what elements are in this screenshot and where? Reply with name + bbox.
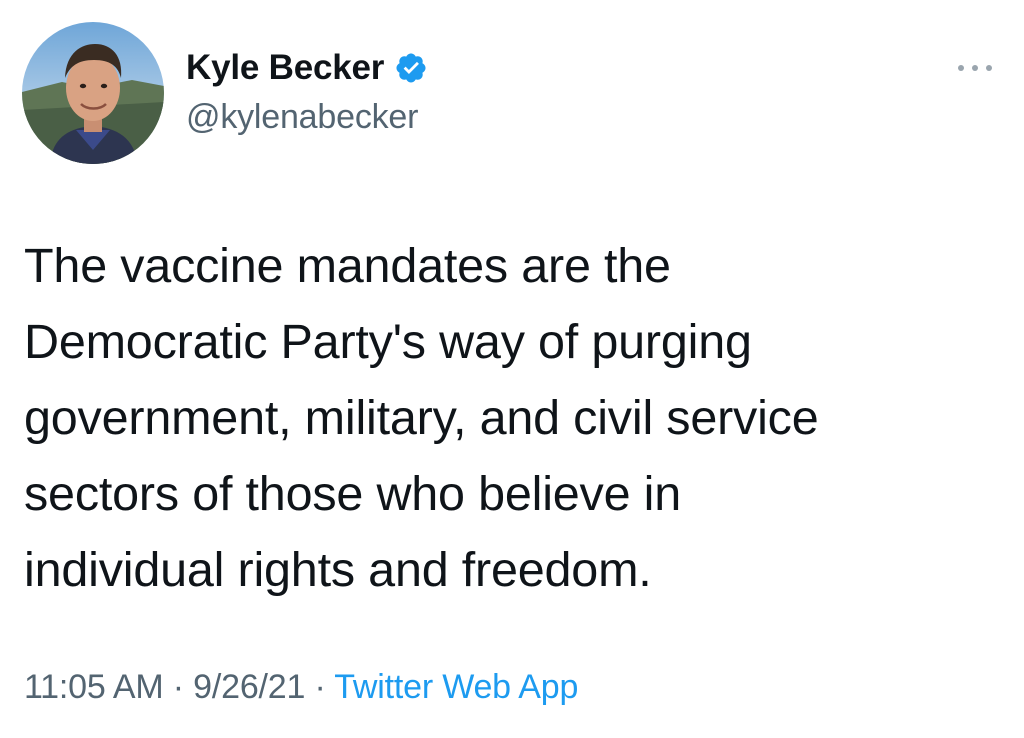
tweet-text-line: The vaccine mandates are the	[24, 239, 671, 293]
meta-separator: ·	[172, 668, 194, 706]
more-dot	[972, 65, 978, 71]
tweet-text-line: government, military, and civil service	[24, 391, 819, 445]
tweet-text-line: individual rights and freedom.	[24, 543, 652, 597]
tweet-text-line: Democratic Party's way of purging	[24, 315, 752, 369]
tweet-meta: 11:05 AM · 9/26/21 · Twitter Web App	[24, 668, 578, 707]
author-display-name[interactable]: Kyle Becker	[186, 48, 384, 88]
tweet-card: Kyle Becker @kylenabecker The vaccine ma…	[0, 0, 1024, 738]
more-dot	[958, 65, 964, 71]
profile-photo-icon	[22, 22, 164, 164]
tweet-text: The vaccine mandates are the Democratic …	[24, 228, 994, 608]
author-avatar[interactable]	[22, 22, 164, 164]
tweet-text-line: sectors of those who believe in	[24, 467, 682, 521]
meta-separator: ·	[314, 668, 335, 706]
author-name-row[interactable]: Kyle Becker	[186, 46, 428, 90]
more-dot	[986, 65, 992, 71]
tweet-time[interactable]: 11:05 AM	[24, 668, 164, 706]
tweet-source-link[interactable]: Twitter Web App	[334, 668, 578, 706]
more-options-icon[interactable]	[958, 60, 992, 76]
tweet-date[interactable]: 9/26/21	[193, 668, 305, 706]
author-handle[interactable]: @kylenabecker	[186, 98, 418, 137]
verified-badge-icon	[394, 51, 428, 85]
